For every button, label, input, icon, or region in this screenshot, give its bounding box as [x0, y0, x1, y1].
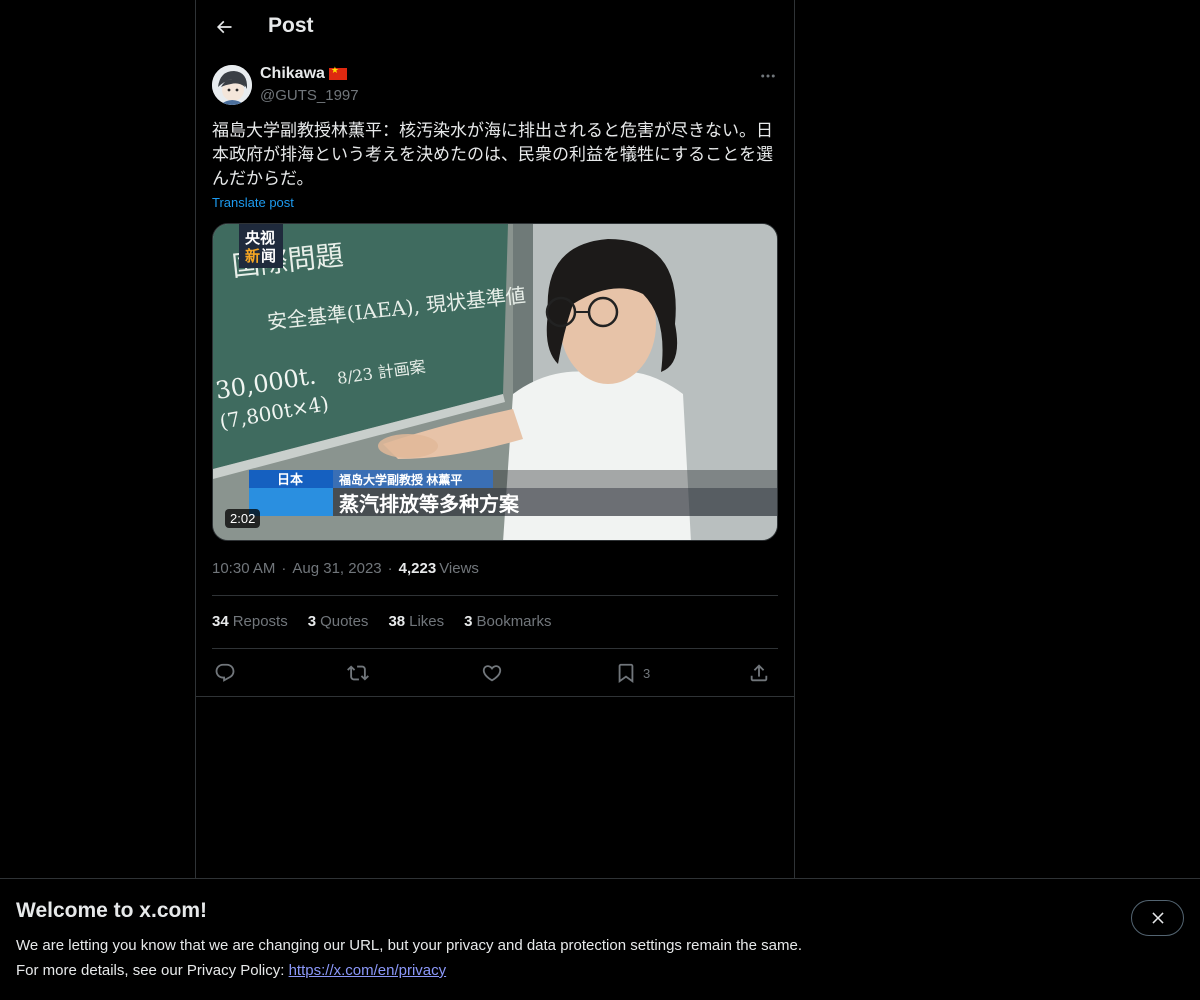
bookmarks-count: 3	[464, 613, 473, 630]
cctv-logo-text-3: 闻	[261, 247, 276, 265]
video-duration: 2:02	[225, 509, 261, 528]
bookmarks-label: Bookmarks	[476, 613, 552, 630]
banner-message: We are letting you know that we are chan…	[16, 937, 802, 954]
post-header: Post	[196, 0, 794, 54]
like-button[interactable]	[481, 659, 503, 687]
bookmark-icon	[618, 663, 634, 684]
banner-privacy-prefix: For more details, see our Privacy Policy…	[16, 962, 289, 979]
quotes-count: 3	[307, 613, 317, 630]
meta-separator: ·	[387, 560, 393, 577]
main-column: Post Chikawa @GUTS_1997 福島大学副教授林薫平：核汚染水が	[195, 0, 795, 878]
meta-separator: ·	[281, 560, 287, 577]
bookmarks-stat[interactable]: 3 Bookmarks	[464, 613, 551, 630]
close-banner-button[interactable]	[1131, 900, 1184, 936]
video-player[interactable]: 国際問題 安全基準(IAEA), 現状基準値 30,000t. (7,800t×…	[212, 223, 778, 541]
close-icon	[1151, 912, 1164, 924]
reply-button[interactable]	[214, 659, 236, 687]
quotes-label: Quotes	[320, 613, 369, 630]
views-count: 4,223	[398, 560, 437, 577]
heart-icon	[482, 665, 502, 682]
privacy-policy-link[interactable]: https://x.com/en/privacy	[289, 962, 447, 979]
display-name-text: Chikawa	[260, 65, 325, 82]
video-thumbnail: 国際問題 安全基準(IAEA), 現状基準値 30,000t. (7,800t×…	[213, 224, 777, 540]
action-bar: 3	[212, 659, 778, 687]
author-name[interactable]: Chikawa	[260, 65, 347, 83]
caption-location: 日本	[277, 472, 303, 487]
caption-person: 福岛大学副教授 林薰平	[338, 472, 462, 487]
author-handle[interactable]: @GUTS_1997	[260, 87, 359, 104]
divider	[212, 648, 778, 649]
repost-icon	[347, 665, 369, 681]
arrow-left-icon	[216, 20, 232, 34]
url-change-banner: Welcome to x.com! We are letting you kno…	[0, 878, 1200, 1000]
views-label: Views	[439, 560, 479, 577]
more-options-button[interactable]	[756, 64, 780, 88]
caption-headline: 蒸汽排放等多种方案	[339, 492, 520, 516]
bookmark-count: 3	[643, 665, 651, 681]
repost-button[interactable]	[347, 659, 369, 687]
likes-count: 38	[388, 613, 406, 630]
divider	[196, 696, 794, 697]
reposts-label: Reposts	[232, 613, 288, 630]
likes-stat[interactable]: 38 Likes	[388, 613, 444, 630]
divider	[212, 595, 778, 596]
cctv-logo-text-2: 新	[245, 247, 260, 265]
share-button[interactable]	[748, 659, 770, 687]
quotes-stat[interactable]: 3 Quotes	[308, 613, 369, 630]
reply-icon	[215, 663, 235, 682]
more-horizontal-icon	[761, 74, 775, 78]
avatar[interactable]	[212, 65, 252, 105]
china-flag-icon	[328, 65, 347, 80]
engagement-stats: 34 Reposts 3 Quotes 38 Likes 3 Bookmarks	[212, 613, 552, 630]
reposts-stat[interactable]: 34 Reposts	[212, 613, 288, 630]
translate-post-link[interactable]: Translate post	[212, 195, 294, 210]
likes-label: Likes	[409, 613, 445, 630]
avatar-image	[212, 65, 252, 105]
page-title: Post	[268, 14, 314, 37]
banner-privacy-line: For more details, see our Privacy Policy…	[16, 962, 446, 979]
share-icon	[750, 664, 768, 682]
banner-title: Welcome to x.com!	[16, 899, 207, 922]
cctv-logo-text-1: 央视	[245, 229, 275, 247]
reposts-count: 34	[212, 613, 229, 630]
post-meta: 10:30 AM · Aug 31, 2023 · 4,223 Views	[212, 560, 479, 577]
bookmark-button[interactable]: 3	[615, 659, 650, 687]
post-text: 福島大学副教授林薫平：核汚染水が海に排出されると危害が尽きない。日本政府が排海と…	[212, 121, 774, 189]
post-author: Chikawa @GUTS_1997	[212, 64, 780, 108]
back-button[interactable]	[208, 11, 240, 43]
post-time[interactable]: 10:30 AM	[212, 560, 275, 577]
post-date[interactable]: Aug 31, 2023	[292, 560, 381, 577]
